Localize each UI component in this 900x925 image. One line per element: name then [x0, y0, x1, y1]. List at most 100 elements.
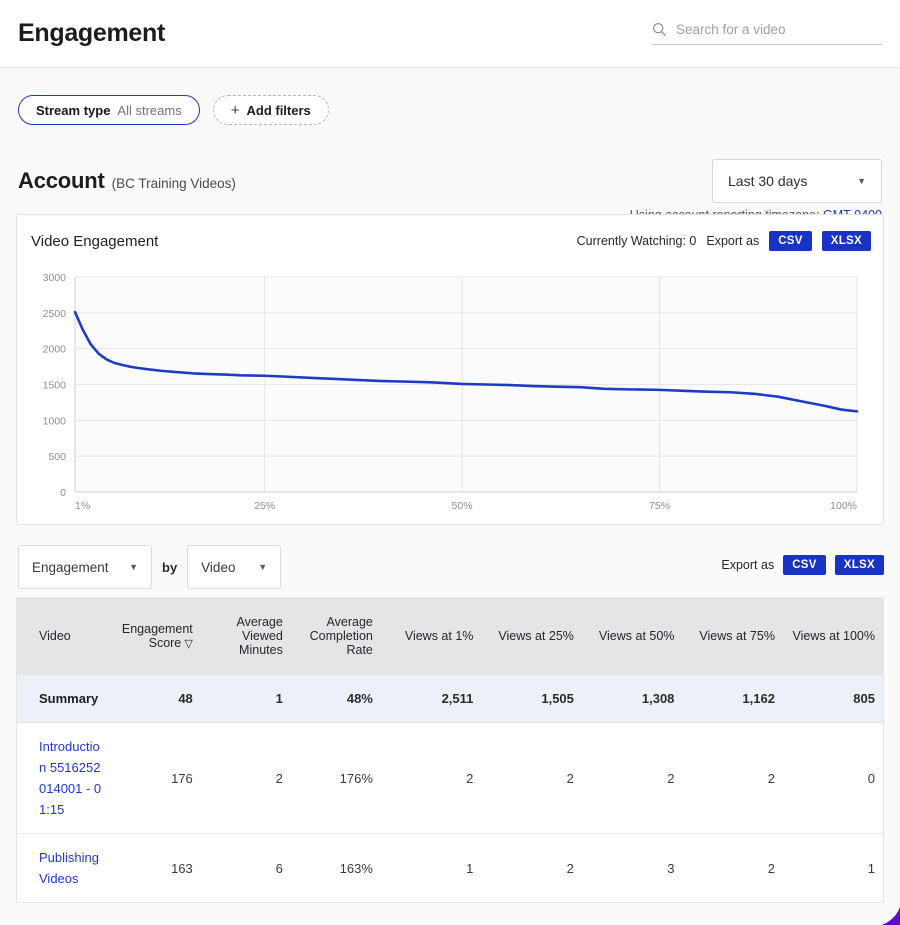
column-header-views-at-75[interactable]: Views at 75%: [682, 597, 783, 675]
cell-views-100: 1: [783, 834, 884, 903]
metric-select[interactable]: Engagement ▼: [18, 545, 152, 589]
video-engagement-card: Video Engagement Currently Watching: 0 E…: [16, 214, 884, 525]
svg-text:3000: 3000: [43, 272, 67, 284]
filter-pill-row: Stream type All streams + Add filters: [18, 95, 329, 125]
svg-text:2000: 2000: [43, 344, 67, 356]
cell-views-75: 1,162: [682, 675, 783, 723]
column-header-views-at-50[interactable]: Views at 50%: [582, 597, 683, 675]
svg-text:50%: 50%: [452, 500, 473, 512]
cell-engagement-score: 163: [111, 834, 201, 903]
svg-text:75%: 75%: [649, 500, 670, 512]
cell-video[interactable]: Introduction 5516252014001 - 01:15: [17, 723, 111, 834]
cell-engagement-score: 48: [111, 675, 201, 723]
by-label: by: [162, 560, 177, 575]
cell-avg-completion-rate: 163%: [291, 834, 381, 903]
column-header-views-at-1[interactable]: Views at 1%: [381, 597, 482, 675]
svg-text:100%: 100%: [830, 500, 857, 512]
table-export-csv-button[interactable]: CSV: [783, 555, 826, 575]
filter-pill-stream-type[interactable]: Stream type All streams: [18, 95, 200, 125]
cell-views-25: 2: [481, 723, 582, 834]
cell-views-50: 3: [582, 834, 683, 903]
cell-views-1: 2: [381, 723, 482, 834]
plus-icon: +: [231, 102, 240, 119]
chevron-down-icon: ▼: [258, 562, 267, 572]
svg-text:1%: 1%: [75, 500, 90, 512]
chevron-down-icon: ▼: [857, 176, 866, 186]
table-summary-row: Summary48148%2,5111,5051,3081,162805: [17, 675, 884, 723]
chart-card-actions: Currently Watching: 0 Export as CSV XLSX: [577, 231, 871, 251]
chart-svg: 0500100015002000250030001%25%50%75%100%: [17, 267, 885, 526]
cell-avg-viewed-minutes: 2: [201, 723, 291, 834]
chart-card-header: Video Engagement Currently Watching: 0 E…: [17, 215, 885, 267]
search-input[interactable]: [676, 22, 882, 37]
video-link[interactable]: Introduction 5516252014001 - 01:15: [39, 739, 101, 817]
sort-descending-icon: ▽: [181, 638, 193, 650]
svg-text:1500: 1500: [43, 380, 67, 392]
date-range-select[interactable]: Last 30 days ▼: [712, 159, 882, 203]
video-link[interactable]: Publishing Videos: [39, 850, 99, 886]
chart-export-label: Export as: [706, 234, 759, 248]
table-row: Introduction 5516252014001 - 01:15176217…: [17, 723, 884, 834]
account-heading: Account (BC Training Videos): [18, 168, 236, 194]
search-icon: [652, 22, 667, 37]
svg-text:1000: 1000: [43, 415, 67, 427]
cell-views-50: 2: [582, 723, 683, 834]
table-export-label: Export as: [721, 558, 774, 572]
chart-export-xlsx-button[interactable]: XLSX: [822, 231, 871, 251]
top-header-bar: Engagement: [0, 0, 900, 68]
cell-views-50: 1,308: [582, 675, 683, 723]
cell-engagement-score: 176: [111, 723, 201, 834]
table-controls: Engagement ▼ by Video ▼ Export as CSV XL…: [16, 545, 884, 589]
cell-avg-completion-rate: 48%: [291, 675, 381, 723]
filter-bar: Stream type All streams + Add filters La…: [0, 68, 900, 168]
cell-views-25: 2: [481, 834, 582, 903]
dimension-select[interactable]: Video ▼: [187, 545, 281, 589]
column-header-views-at-100[interactable]: Views at 100%: [783, 597, 884, 675]
date-range-value: Last 30 days: [728, 173, 807, 189]
stream-type-value: All streams: [117, 103, 181, 118]
chevron-down-icon: ▼: [129, 562, 138, 572]
cell-avg-completion-rate: 176%: [291, 723, 381, 834]
cell-views-1: 1: [381, 834, 482, 903]
cell-views-75: 2: [682, 834, 783, 903]
table-export-xlsx-button[interactable]: XLSX: [835, 555, 884, 575]
search-container[interactable]: [652, 22, 882, 45]
table-body: Summary48148%2,5111,5051,3081,162805Intr…: [17, 675, 884, 903]
chart-title: Video Engagement: [31, 233, 158, 250]
svg-text:2500: 2500: [43, 308, 67, 320]
engagement-analytics-page: Engagement Stream type All streams + Add…: [0, 0, 900, 925]
svg-text:500: 500: [48, 451, 66, 463]
cell-video: Summary: [17, 675, 111, 723]
account-subtitle: (BC Training Videos): [112, 176, 236, 191]
column-header-average-completion-rate[interactable]: Average Completion Rate: [291, 597, 381, 675]
stream-type-label: Stream type: [36, 103, 110, 118]
column-header-engagement-score[interactable]: Engagement Score ▽: [111, 597, 201, 675]
account-title: Account: [18, 168, 105, 194]
cell-views-100: 805: [783, 675, 884, 723]
engagement-data-table: VideoEngagement Score ▽Average Viewed Mi…: [16, 597, 884, 903]
cell-avg-viewed-minutes: 6: [201, 834, 291, 903]
svg-text:25%: 25%: [254, 500, 275, 512]
table-row: Publishing Videos1636163%12321: [17, 834, 884, 903]
table-header-row: VideoEngagement Score ▽Average Viewed Mi…: [17, 597, 884, 675]
table-export-actions: Export as CSV XLSX: [721, 555, 884, 575]
currently-watching-status: Currently Watching: 0: [577, 234, 697, 248]
chart-export-csv-button[interactable]: CSV: [769, 231, 812, 251]
column-header-average-viewed-minutes[interactable]: Average Viewed Minutes: [201, 597, 291, 675]
corner-artifact: [878, 903, 900, 925]
cell-views-25: 1,505: [481, 675, 582, 723]
column-header-video[interactable]: Video: [17, 597, 111, 675]
column-header-views-at-25[interactable]: Views at 25%: [481, 597, 582, 675]
add-filters-button[interactable]: + Add filters: [213, 95, 329, 125]
page-title: Engagement: [18, 19, 165, 48]
cell-avg-viewed-minutes: 1: [201, 675, 291, 723]
add-filters-label: Add filters: [246, 103, 310, 118]
cell-views-75: 2: [682, 723, 783, 834]
cell-views-100: 0: [783, 723, 884, 834]
cell-views-1: 2,511: [381, 675, 482, 723]
dimension-select-value: Video: [201, 560, 235, 575]
cell-video[interactable]: Publishing Videos: [17, 834, 111, 903]
engagement-line-chart: 0500100015002000250030001%25%50%75%100%: [17, 267, 885, 526]
table-header: VideoEngagement Score ▽Average Viewed Mi…: [17, 597, 884, 675]
metric-select-value: Engagement: [32, 560, 109, 575]
